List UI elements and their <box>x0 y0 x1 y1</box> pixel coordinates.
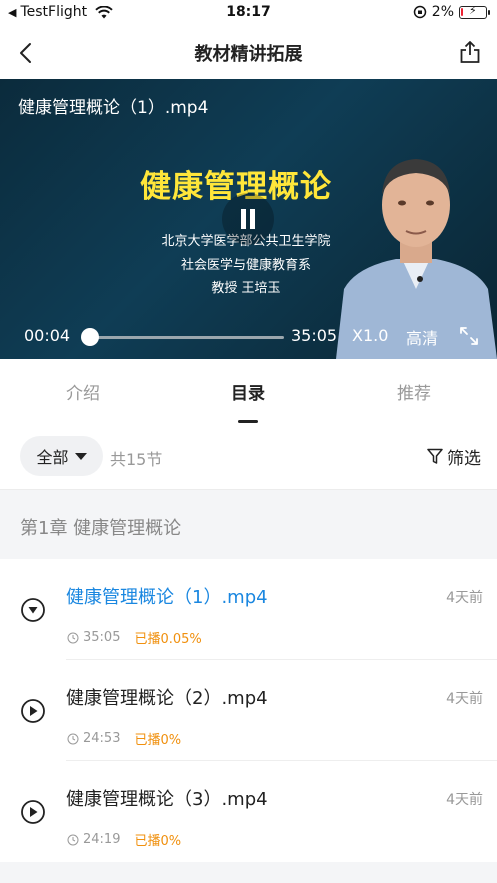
slide-line-department: 社会医学与健康教育系 <box>180 258 311 273</box>
active-tab-indicator <box>238 420 258 423</box>
video-file-name: 健康管理概论（1）.mp4 <box>18 98 209 118</box>
quality-button[interactable]: 高清 <box>406 325 438 349</box>
battery-percent: 2% <box>431 4 454 20</box>
chapter-title: 第1章 健康管理概论 <box>20 518 182 539</box>
video-controls: 00:04 35:05 X1.0 高清 <box>0 319 497 353</box>
orientation-lock-icon <box>413 5 427 19</box>
slide-line-lecturer: 教授 王培玉 <box>211 281 281 296</box>
tab-recommend[interactable]: 推荐 <box>354 379 474 404</box>
lesson-date: 4天前 <box>446 691 483 707</box>
filter-bar: 全部 共15节 筛选 <box>0 425 497 488</box>
lesson-item[interactable]: 健康管理概论（1）.mp4 4天前 35:05 已播0.05% <box>0 559 497 660</box>
video-player[interactable]: 健康管理概论（1）.mp4 健康管理概论 北京大学医学部公共卫生学院 社会医学与… <box>0 79 497 359</box>
lesson-duration: 24:53 <box>83 731 121 746</box>
battery-icon: ⚡ <box>459 3 490 19</box>
current-time: 00:04 <box>24 326 71 345</box>
filter-button[interactable]: 筛选 <box>427 444 481 469</box>
lesson-item[interactable]: 健康管理概论（2）.mp4 4天前 24:53 已播0% <box>0 660 497 761</box>
funnel-icon <box>427 448 443 464</box>
playback-speed-button[interactable]: X1.0 <box>352 326 388 345</box>
filter-label: 筛选 <box>447 449 481 469</box>
lesson-title: 健康管理概论（1）.mp4 <box>66 587 268 608</box>
status-bar: ◀ TestFlight 18:17 2% ⚡ <box>0 0 497 28</box>
section-filter-label: 全部 <box>36 448 69 467</box>
lesson-progress: 已播0.05% <box>134 632 202 647</box>
section-filter-dropdown[interactable]: 全部 <box>20 436 103 476</box>
lesson-progress: 已播0% <box>134 733 182 748</box>
lesson-list: 健康管理概论（1）.mp4 4天前 35:05 已播0.05% 健康管理概论（2… <box>0 559 497 862</box>
play-icon[interactable] <box>20 698 46 724</box>
clock-icon <box>67 733 79 744</box>
lesson-title: 健康管理概论（3）.mp4 <box>66 789 268 810</box>
play-icon[interactable] <box>20 799 46 825</box>
lesson-meta: 35:05 已播0.05% <box>67 628 202 647</box>
page-title: 教材精讲拓展 <box>194 44 303 65</box>
pause-button[interactable] <box>222 193 274 245</box>
caret-down-icon <box>74 452 87 460</box>
tab-toc[interactable]: 目录 <box>188 379 308 404</box>
clock-icon <box>67 632 79 643</box>
lesson-title: 健康管理概论（2）.mp4 <box>66 688 268 709</box>
seek-bar[interactable] <box>90 336 284 339</box>
lesson-date: 4天前 <box>446 792 483 808</box>
lesson-date: 4天前 <box>446 590 483 606</box>
lesson-item[interactable]: 健康管理概论（3）.mp4 4天前 24:19 已播0% <box>0 761 497 862</box>
lesson-meta: 24:53 已播0% <box>67 729 181 748</box>
nav-bar: 教材精讲拓展 <box>0 28 497 78</box>
content-tabs: 介绍 目录 推荐 <box>0 359 497 425</box>
video-duration: 35:05 <box>291 326 338 345</box>
lesson-duration: 24:19 <box>83 832 121 847</box>
playing-indicator-icon <box>21 598 45 622</box>
tab-intro[interactable]: 介绍 <box>23 379 143 404</box>
charging-bolt-icon: ⚡ <box>469 3 477 17</box>
seek-knob[interactable] <box>81 328 100 346</box>
chapter-header: 第1章 健康管理概论 <box>0 489 497 559</box>
fullscreen-icon[interactable] <box>457 324 481 348</box>
lesson-duration: 35:05 <box>83 630 121 645</box>
lesson-progress: 已播0% <box>134 834 182 849</box>
bottom-spacer <box>0 862 497 883</box>
lesson-meta: 24:19 已播0% <box>67 830 181 849</box>
clock-icon <box>67 834 79 845</box>
lesson-count: 共15节 <box>110 450 163 469</box>
status-right: 2% ⚡ <box>413 3 490 20</box>
share-icon[interactable] <box>457 39 483 65</box>
